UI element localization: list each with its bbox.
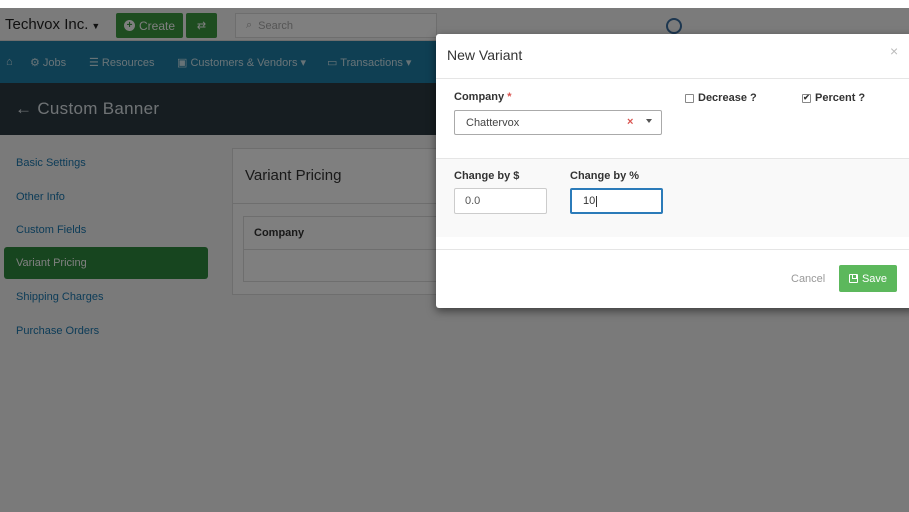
required-mark: * bbox=[507, 91, 512, 103]
company-label: Company * bbox=[454, 91, 511, 103]
company-select-value: Chattervox bbox=[466, 117, 520, 129]
new-variant-modal: New Variant × Company * Chattervox × Dec… bbox=[436, 34, 909, 308]
modal-title: New Variant bbox=[447, 47, 523, 63]
save-button[interactable]: Save bbox=[839, 265, 897, 292]
percent-checkbox[interactable]: ✔ Percent ? bbox=[802, 92, 865, 104]
company-select[interactable]: Chattervox × bbox=[454, 110, 662, 135]
check-icon[interactable]: ✔ bbox=[802, 93, 811, 103]
change-percent-label: Change by % bbox=[570, 170, 640, 182]
clear-selection-icon[interactable]: × bbox=[627, 116, 633, 128]
top-strip bbox=[0, 0, 909, 8]
floppy-disk-icon bbox=[848, 274, 858, 283]
change-percent-value: 10 bbox=[583, 195, 596, 207]
divider bbox=[436, 249, 909, 250]
divider bbox=[436, 78, 909, 79]
checkbox-box[interactable] bbox=[685, 93, 694, 103]
change-dollar-input[interactable]: 0.0 bbox=[454, 188, 547, 214]
decrease-label: Decrease ? bbox=[698, 92, 757, 104]
change-percent-input[interactable]: 10 bbox=[570, 188, 663, 214]
chevron-down-icon[interactable] bbox=[646, 119, 652, 123]
percent-label: Percent ? bbox=[815, 92, 866, 104]
text-cursor bbox=[596, 195, 598, 207]
decrease-checkbox[interactable]: Decrease ? bbox=[685, 92, 757, 104]
company-label-text: Company bbox=[454, 91, 505, 103]
save-label: Save bbox=[861, 272, 888, 285]
close-icon[interactable]: × bbox=[890, 43, 898, 59]
cancel-button[interactable]: Cancel bbox=[791, 273, 825, 285]
change-dollar-label: Change by $ bbox=[454, 170, 520, 182]
